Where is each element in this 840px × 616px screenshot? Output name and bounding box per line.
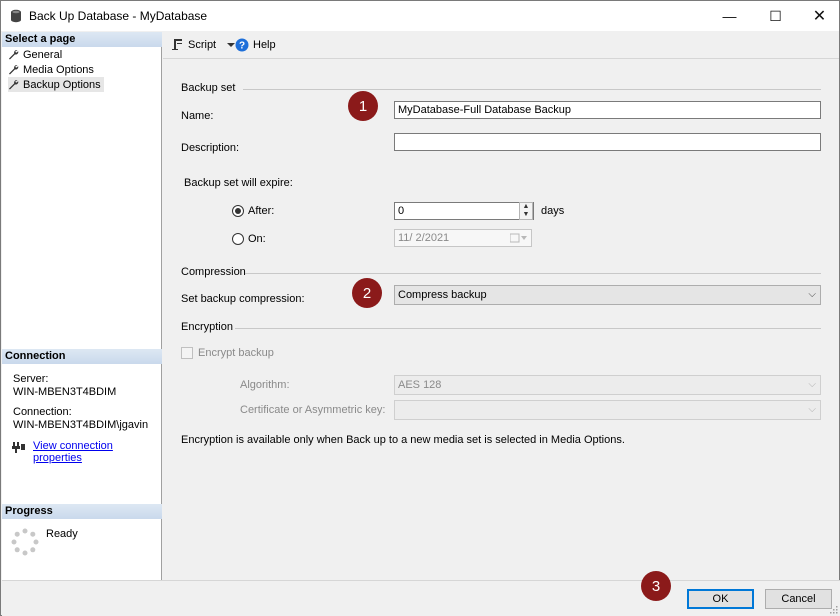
wrench-icon xyxy=(9,50,19,60)
encryption-group-label: Encryption xyxy=(181,321,233,333)
ok-button[interactable]: OK xyxy=(687,589,754,609)
algorithm-select[interactable]: AES 128 ⌵ xyxy=(394,375,821,395)
days-label: days xyxy=(541,205,565,217)
left-pane: Select a page General Media Options Back… xyxy=(2,32,162,580)
progress-header: Progress xyxy=(2,504,162,519)
progress-spinner-icon xyxy=(11,528,39,556)
certificate-label: Certificate or Asymmetric key: xyxy=(240,404,386,416)
maximize-button[interactable]: ☐ xyxy=(753,1,798,31)
window-title: Back Up Database - MyDatabase xyxy=(29,9,208,23)
script-icon xyxy=(172,39,182,50)
compression-divider xyxy=(245,273,821,274)
close-icon: ✕ xyxy=(812,8,827,25)
radio-dot-on xyxy=(232,233,244,245)
compression-group-label: Compression xyxy=(181,266,246,278)
wrench-icon xyxy=(9,65,19,75)
checkbox-box xyxy=(181,347,193,359)
after-label: After: xyxy=(248,205,275,217)
on-label: On: xyxy=(248,233,266,245)
help-button[interactable]: ? Help xyxy=(235,38,276,52)
plug-icon xyxy=(12,442,25,453)
cancel-button[interactable]: Cancel xyxy=(765,589,832,609)
chevron-down-icon: ⌵ xyxy=(808,404,816,415)
set-compression-label: Set backup compression: xyxy=(181,293,305,305)
title-bar: Back Up Database - MyDatabase — ☐ ✕ xyxy=(1,1,839,31)
maximize-icon: ☐ xyxy=(769,7,782,24)
minimize-button[interactable]: — xyxy=(707,1,752,31)
connection-label: Connection: xyxy=(13,406,72,418)
minimize-icon: — xyxy=(722,8,737,24)
algorithm-value: AES 128 xyxy=(398,379,442,391)
progress-status: Ready xyxy=(46,528,78,540)
stepper-down-icon: ▼ xyxy=(522,211,530,218)
backup-set-group-label: Backup set xyxy=(181,82,236,94)
days-stepper[interactable]: ▲ ▼ xyxy=(519,202,533,220)
encrypt-backup-label: Encrypt backup xyxy=(198,347,274,359)
backup-database-dialog: Back Up Database - MyDatabase — ☐ ✕ Sele… xyxy=(0,0,840,616)
close-button[interactable]: ✕ xyxy=(797,1,840,31)
compression-select[interactable]: Compress backup ⌵ xyxy=(394,285,821,305)
description-input[interactable] xyxy=(394,133,821,151)
svg-text:?: ? xyxy=(239,41,245,52)
expire-days-input[interactable]: 0 xyxy=(394,202,534,220)
radio-dot-after xyxy=(232,205,244,217)
encrypt-backup-checkbox[interactable]: Encrypt backup xyxy=(181,347,274,359)
expire-date-value: 11/ 2/2021 xyxy=(398,232,450,244)
script-label: Script xyxy=(188,38,217,51)
server-value: WIN-MBEN3T4BDIM xyxy=(13,386,117,398)
backup-set-divider xyxy=(243,89,821,90)
expire-date-picker[interactable]: 11/ 2/2021 xyxy=(394,229,532,247)
help-label: Help xyxy=(253,39,276,51)
encryption-divider xyxy=(235,328,821,329)
stepper-up-icon: ▲ xyxy=(522,203,530,210)
page-media-options[interactable]: Media Options xyxy=(8,62,94,77)
annotation-badge-3: 3 xyxy=(641,571,671,601)
chevron-down-icon: ⌵ xyxy=(808,289,816,300)
connection-value: WIN-MBEN3T4BDIM\jgavin xyxy=(13,419,149,431)
description-label: Description: xyxy=(181,142,240,154)
right-pane: Script ? Help Backup set Name: MyDatabas… xyxy=(163,32,839,580)
page-backup-options-label: Backup Options xyxy=(23,78,101,91)
name-label: Name: xyxy=(181,110,214,122)
annotation-badge-1: 1 xyxy=(348,91,378,121)
database-icon xyxy=(11,9,21,23)
connection-header: Connection xyxy=(2,349,162,364)
backup-name-input[interactable]: MyDatabase-Full Database Backup xyxy=(394,101,821,119)
toolbar: Script ? Help xyxy=(163,32,839,59)
annotation-badge-2: 2 xyxy=(352,278,382,308)
select-page-header: Select a page xyxy=(2,32,162,47)
expire-on-radio[interactable]: On: xyxy=(232,233,266,245)
expire-label: Backup set will expire: xyxy=(184,177,293,189)
dialog-footer: 3 OK Cancel xyxy=(2,571,840,616)
certificate-select[interactable]: ⌵ xyxy=(394,400,821,420)
page-general[interactable]: General xyxy=(8,47,62,62)
page-general-label: General xyxy=(23,48,63,61)
script-button[interactable]: Script xyxy=(171,38,236,51)
algorithm-label: Algorithm: xyxy=(240,379,290,391)
view-connection-properties-link[interactable]: View connection properties xyxy=(33,440,161,464)
backup-options-content: Backup set Name: MyDatabase-Full Databas… xyxy=(163,60,839,580)
encryption-note: Encryption is available only when Back u… xyxy=(181,434,625,446)
server-label: Server: xyxy=(13,373,49,385)
compression-selected-value: Compress backup xyxy=(398,289,487,301)
expire-after-radio[interactable]: After: xyxy=(232,205,274,217)
chevron-down-icon: ⌵ xyxy=(808,379,816,390)
help-icon: ? xyxy=(235,38,249,52)
resize-grip-icon[interactable] xyxy=(828,604,838,614)
wrench-icon xyxy=(9,80,19,90)
calendar-dropdown-icon xyxy=(510,233,527,243)
page-backup-options[interactable]: Backup Options xyxy=(8,77,104,92)
page-media-options-label: Media Options xyxy=(23,63,94,76)
